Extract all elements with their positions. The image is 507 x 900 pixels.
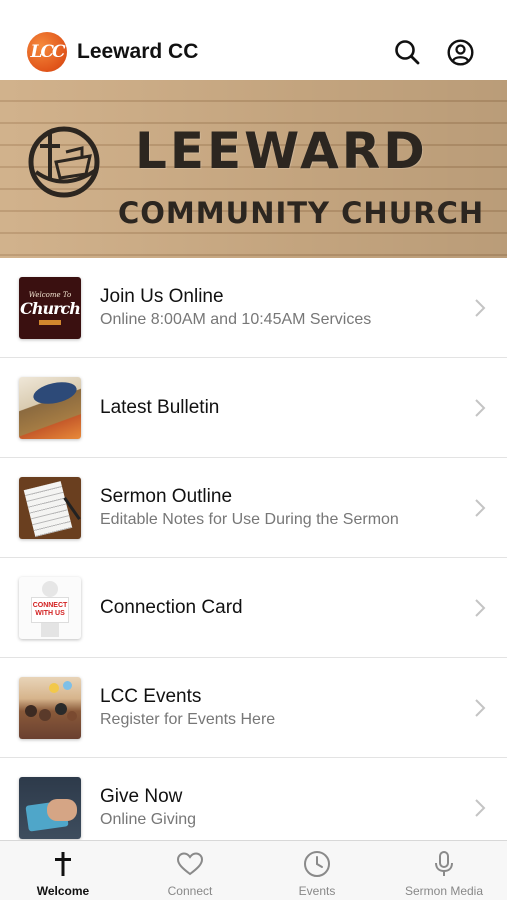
list-item-subtitle: Online Giving xyxy=(100,811,197,828)
search-icon xyxy=(395,40,420,65)
tab-label: Connect xyxy=(167,884,213,898)
app-header: LCC Leeward CC xyxy=(0,0,507,80)
thumb-detail xyxy=(23,481,73,537)
chevron-right-icon xyxy=(475,699,486,717)
thumb-detail xyxy=(39,709,51,721)
chevron-right-icon xyxy=(475,399,486,417)
church-logo: LCC xyxy=(27,32,67,72)
list-item-sermon-outline[interactable]: Sermon Outline Editable Notes for Use Du… xyxy=(0,458,507,558)
list-item-subtitle: Online 8:00AM and 10:45AM Services xyxy=(100,311,372,328)
tab-connect[interactable]: Connect xyxy=(127,841,253,900)
join-online-thumbnail: Welcome To Church xyxy=(19,277,81,339)
thumb-caption: Welcome To xyxy=(28,291,72,299)
cross-icon xyxy=(49,850,77,878)
thumb-detail xyxy=(31,378,79,408)
thumb-caption: WITH US xyxy=(35,610,65,617)
clock-icon xyxy=(303,850,331,878)
account-button[interactable] xyxy=(446,38,474,66)
heart-icon xyxy=(176,850,204,878)
events-thumbnail xyxy=(19,677,81,739)
list-item-title: Sermon Outline xyxy=(100,486,233,507)
chevron-right-icon xyxy=(475,499,486,517)
list-item-title: Latest Bulletin xyxy=(100,397,220,418)
list-item-lcc-events[interactable]: LCC Events Register for Events Here xyxy=(0,658,507,758)
logo-text: LCC xyxy=(30,42,65,62)
sermon-outline-thumbnail xyxy=(19,477,81,539)
thumb-detail xyxy=(67,711,77,721)
search-button[interactable] xyxy=(393,38,421,66)
give-now-thumbnail xyxy=(19,777,81,839)
bulletin-thumbnail xyxy=(19,377,81,439)
tab-events[interactable]: Events xyxy=(254,841,380,900)
hero-banner: LEEWARD COMMUNITY CHURCH xyxy=(0,80,507,258)
thumb-detail xyxy=(47,799,77,821)
list-item-title: Give Now xyxy=(100,786,183,807)
thumb-detail xyxy=(55,703,67,715)
tab-sermon-media[interactable]: Sermon Media xyxy=(381,841,507,900)
account-icon xyxy=(446,38,474,66)
thumb-ribbon xyxy=(39,320,61,325)
hero-subtitle: COMMUNITY CHURCH xyxy=(118,196,485,230)
list-item-subtitle: Register for Events Here xyxy=(100,711,276,728)
app-title: Leeward CC xyxy=(77,40,199,63)
thumb-detail xyxy=(41,623,59,637)
connection-card-thumbnail: CONNECT WITH US xyxy=(19,577,81,639)
chevron-right-icon xyxy=(475,299,486,317)
thumb-sign: CONNECT WITH US xyxy=(31,597,69,623)
thumb-detail xyxy=(49,683,59,693)
microphone-icon xyxy=(430,850,458,878)
thumb-caption: CONNECT xyxy=(32,602,68,609)
list-item-connection-card[interactable]: CONNECT WITH US Connection Card xyxy=(0,558,507,658)
list-item-title: Join Us Online xyxy=(100,286,224,307)
tab-welcome[interactable]: Welcome xyxy=(0,841,126,900)
menu-list: Welcome To Church Join Us Online Online … xyxy=(0,258,507,858)
list-item-join-us-online[interactable]: Welcome To Church Join Us Online Online … xyxy=(0,258,507,358)
chevron-right-icon xyxy=(475,799,486,817)
hero-title: LEEWARD xyxy=(135,122,428,180)
bottom-tab-bar: Welcome Connect Events Sermon Media xyxy=(0,840,507,900)
tab-label: Events xyxy=(298,884,336,898)
thumb-detail xyxy=(25,705,37,717)
tab-label: Welcome xyxy=(36,884,90,898)
chevron-right-icon xyxy=(475,599,486,617)
thumb-caption: Church xyxy=(20,299,81,318)
thumb-detail xyxy=(42,581,58,597)
list-item-latest-bulletin[interactable]: Latest Bulletin xyxy=(0,358,507,458)
thumb-detail xyxy=(63,681,72,690)
list-item-title: Connection Card xyxy=(100,597,243,618)
church-emblem-icon xyxy=(28,126,100,198)
list-item-title: LCC Events xyxy=(100,686,202,707)
tab-label: Sermon Media xyxy=(404,884,484,898)
list-item-subtitle: Editable Notes for Use During the Sermon xyxy=(100,511,399,528)
